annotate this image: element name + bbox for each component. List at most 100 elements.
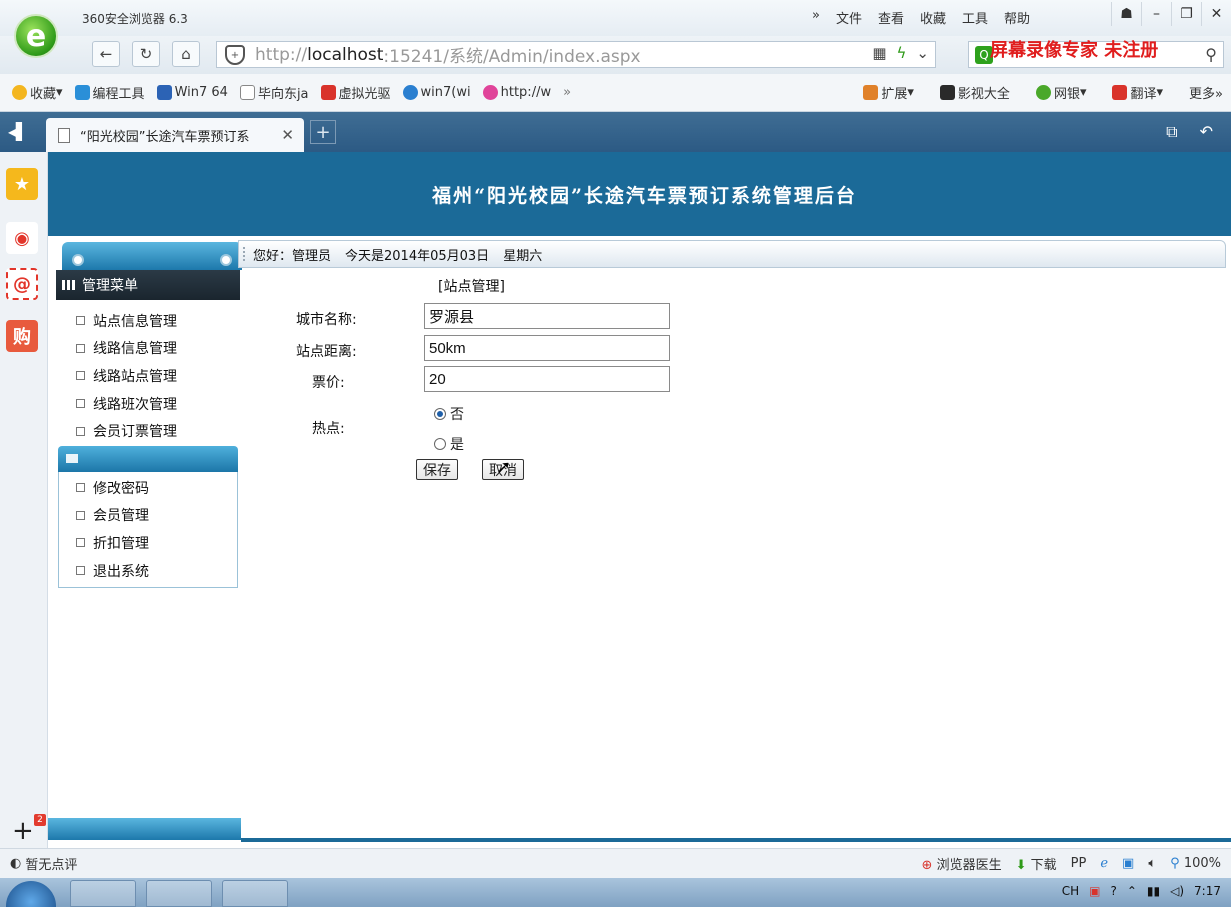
dropdown-icon[interactable]: ⌄ — [916, 44, 929, 62]
bank-button[interactable]: 网银 ▾ — [1035, 83, 1086, 102]
menu-item-discount-management[interactable]: 折扣管理 — [56, 529, 240, 557]
skin-icon[interactable]: ☗ — [1111, 2, 1141, 26]
window-icon[interactable]: ▣ — [1122, 856, 1134, 871]
taskbar-app-explorer[interactable] — [146, 880, 212, 907]
tab-title: “阳光校园”长途汽车票预订系 — [80, 129, 250, 145]
sidebar-toggle-icon[interactable]: ◂▌ — [8, 122, 28, 141]
refresh-button[interactable]: ↻ — [132, 41, 160, 67]
hot-no-radio[interactable]: 否 — [434, 404, 464, 424]
url-prefix: http:// — [255, 44, 308, 65]
menu-item-change-password[interactable]: 修改密码 — [56, 474, 240, 502]
mail-icon[interactable]: @ — [6, 268, 38, 300]
bookmarks-right: 扩展 ▾ 影视大全 网银 ▾ 翻译 ▾ 更多» — [851, 83, 1223, 102]
browser-doctor-button[interactable]: ⊕ 浏览器医生 — [922, 854, 1002, 873]
input-language[interactable]: CH — [1062, 884, 1079, 898]
speed-mode-icon[interactable]: ϟ — [897, 44, 907, 62]
radio-unselected-icon[interactable] — [434, 438, 446, 450]
menu-header-2 — [58, 446, 238, 472]
bookmark-programming-tools[interactable]: 编程工具 — [74, 83, 145, 102]
folder-icon — [74, 85, 90, 100]
status-comment[interactable]: 暂无点评 — [25, 854, 77, 873]
ie-mode-icon[interactable]: ℯ — [1100, 856, 1108, 871]
notification-badge: 2 — [34, 814, 46, 826]
download-button[interactable]: ⬇ 下载 — [1016, 854, 1057, 873]
close-tab-icon[interactable]: ✕ — [281, 126, 294, 144]
tray-expand-icon[interactable]: ⌃ — [1127, 884, 1137, 898]
weibo-icon[interactable]: ◉ — [6, 222, 38, 254]
menu-favorites[interactable]: 收藏 — [920, 8, 946, 27]
menu-file[interactable]: 文件 — [836, 8, 862, 27]
compat-mode-icon[interactable]: PP — [1071, 856, 1087, 871]
ticket-price-input[interactable]: 20 — [424, 366, 670, 392]
undo-close-icon[interactable]: ↶ — [1200, 122, 1213, 142]
window-controls: ☗ – ❐ ✕ — [1111, 2, 1231, 26]
menu-help[interactable]: 帮助 — [1004, 8, 1030, 27]
menu-more[interactable]: » — [812, 8, 820, 27]
search-icon[interactable]: ⚲ — [1205, 45, 1217, 64]
menu-item-route-schedule[interactable]: 线路班次管理 — [56, 390, 240, 418]
start-button[interactable] — [6, 881, 56, 907]
refresh-icon: ↻ — [139, 45, 153, 63]
new-tab-button[interactable]: + — [310, 120, 336, 144]
bookmark-win7[interactable]: win7(wi — [402, 85, 471, 100]
network-icon[interactable]: ▮▮ — [1147, 884, 1160, 898]
volume-tray-icon[interactable]: ◁) — [1170, 884, 1184, 898]
menu-view[interactable]: 查看 — [878, 8, 904, 27]
tray-icon[interactable]: ▣ — [1089, 884, 1100, 898]
taskbar-app-browser[interactable] — [222, 880, 288, 907]
extensions-button[interactable]: 扩展 ▾ — [863, 83, 914, 102]
taskbar-app-visual-studio[interactable] — [70, 880, 136, 907]
qr-code-icon[interactable]: ▦ — [872, 44, 886, 62]
doctor-icon: ⊕ — [921, 858, 933, 873]
page-header: 福州“阳光校园”长途汽车票预订系统管理后台 — [48, 152, 1231, 236]
tab-bar: ◂▌ “阳光校园”长途汽车票预订系 ✕ + ⧉ ↶ — [0, 112, 1231, 152]
tab-list-icon[interactable]: ⧉ — [1166, 122, 1177, 142]
favorites-star-icon[interactable]: ★ — [6, 168, 38, 200]
radio-selected-icon[interactable] — [434, 408, 446, 420]
hot-yes-radio[interactable]: 是 — [434, 434, 464, 454]
bookmark-favorites[interactable]: 收藏 ▾ — [12, 83, 63, 102]
bookmark-label: 影视大全 — [957, 87, 1010, 102]
home-button[interactable]: ⌂ — [172, 41, 200, 67]
translate-button[interactable]: 翻译 ▾ — [1112, 83, 1163, 102]
shopping-icon[interactable]: 购 — [6, 320, 38, 352]
station-distance-input[interactable]: 50km — [424, 335, 670, 361]
status-left: ◐ 暂无点评 — [10, 854, 77, 873]
help-icon[interactable]: ? — [1110, 884, 1116, 898]
volume-icon[interactable]: 🔈︎ — [1148, 856, 1156, 871]
security-shield-icon[interactable]: + — [225, 45, 245, 65]
bookmark-win7-64[interactable]: Win7 64 — [156, 85, 228, 100]
menu-item-route-info[interactable]: 线路信息管理 — [56, 335, 240, 363]
bookmark-label: 收藏 — [30, 87, 57, 102]
bookmark-virtual-drive[interactable]: 虚拟光驱 — [320, 83, 391, 102]
bullet-icon — [76, 399, 85, 409]
menu-item-logout[interactable]: 退出系统 — [56, 557, 240, 585]
minimize-button[interactable]: – — [1141, 2, 1171, 26]
bookmarks-bar: 收藏 ▾ 编程工具 Win7 64 毕向东ja 虚拟光驱 win7(wi htt… — [0, 74, 1231, 112]
menu-item-label: 会员管理 — [93, 508, 149, 525]
greeting-user: 您好：管理员 — [253, 248, 332, 264]
bullet-icon — [76, 316, 85, 326]
menu-item-member-management[interactable]: 会员管理 — [56, 502, 240, 530]
menu-item-route-station[interactable]: 线路站点管理 — [56, 362, 240, 390]
more-button[interactable]: 更多» — [1189, 83, 1223, 102]
zoom-button[interactable]: ⚲ 100% — [1170, 856, 1221, 871]
menu-item-station-info[interactable]: 站点信息管理 — [56, 307, 240, 335]
restore-button[interactable]: ❐ — [1171, 2, 1201, 26]
menu-tools[interactable]: 工具 — [962, 8, 988, 27]
app-title: 360安全浏览器 6.3 — [82, 12, 188, 26]
city-name-input[interactable]: 罗源县 — [424, 303, 670, 329]
bookmark-http[interactable]: http://w — [482, 85, 551, 100]
close-window-button[interactable]: ✕ — [1201, 2, 1231, 26]
address-bar[interactable]: + http://localhost:15241/系统/Admin/index.… — [216, 41, 936, 68]
add-icon[interactable]: + — [12, 816, 34, 846]
bookmark-label: 扩展 — [881, 87, 908, 102]
back-button[interactable]: ← — [92, 41, 120, 67]
save-button[interactable]: 保存 — [416, 459, 458, 480]
bookmark-more[interactable]: » — [563, 85, 571, 100]
bookmark-bixiangdong[interactable]: 毕向东ja — [239, 83, 309, 102]
menu-bottom-bar — [48, 818, 241, 840]
menu-item-member-booking[interactable]: 会员订票管理 — [56, 417, 240, 445]
video-button[interactable]: 影视大全 — [939, 83, 1010, 102]
tab-active[interactable]: “阳光校园”长途汽车票预订系 ✕ — [46, 118, 304, 152]
